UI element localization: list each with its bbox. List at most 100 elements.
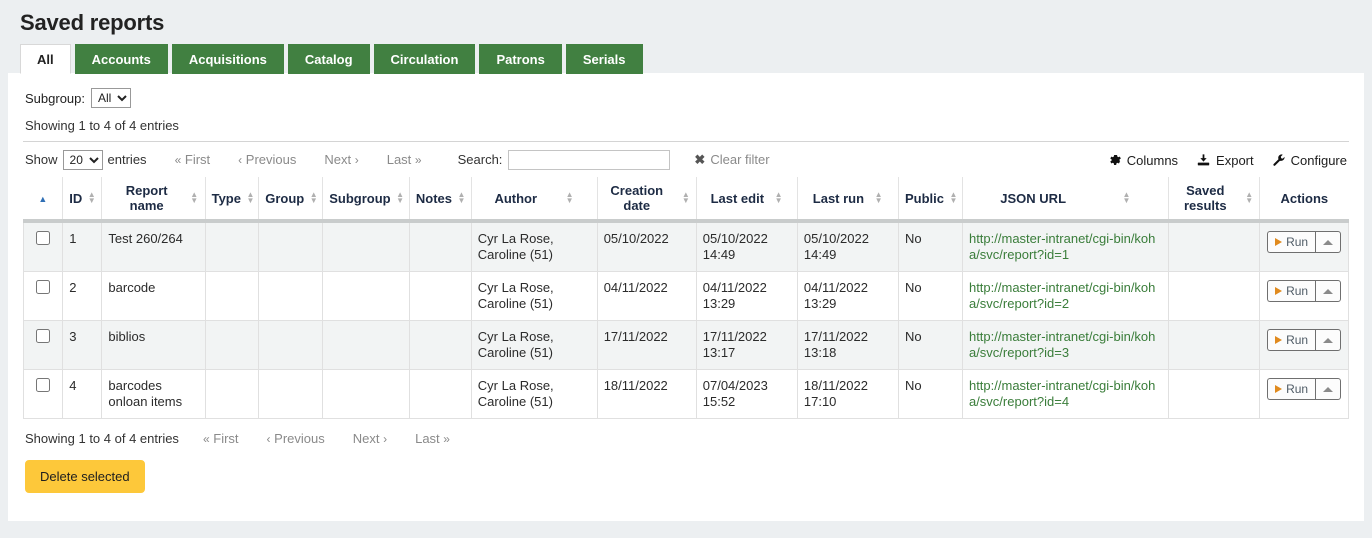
- page-previous-label: Previous: [274, 431, 325, 446]
- run-dropdown-toggle[interactable]: [1315, 280, 1341, 302]
- th-json-url[interactable]: JSON URL: [962, 177, 1168, 221]
- tab-all[interactable]: All: [20, 44, 71, 74]
- first-chevron-icon: «: [203, 432, 210, 446]
- subgroup-select[interactable]: All: [91, 88, 131, 108]
- th-author[interactable]: Author: [471, 177, 597, 221]
- th-subgroup[interactable]: Subgroup: [323, 177, 410, 221]
- sort-icon: [190, 192, 199, 204]
- page-previous-button[interactable]: ‹ Previous: [253, 431, 339, 446]
- th-type[interactable]: Type: [205, 177, 259, 221]
- play-icon: [1275, 385, 1282, 393]
- saved-reports-page: Saved reports All Accounts Acquisitions …: [0, 0, 1372, 538]
- th-public[interactable]: Public: [899, 177, 963, 221]
- run-dropdown-toggle[interactable]: [1315, 378, 1341, 400]
- th-group[interactable]: Group: [259, 177, 323, 221]
- json-url-link[interactable]: http://master-intranet/cgi-bin/koha/svc/…: [969, 378, 1155, 409]
- th-label: Subgroup: [329, 191, 390, 206]
- cell-author: Cyr La Rose, Caroline (51): [471, 221, 597, 272]
- th-select-all[interactable]: ▲: [24, 177, 63, 221]
- json-url-link[interactable]: http://master-intranet/cgi-bin/koha/svc/…: [969, 329, 1155, 360]
- page-next-button[interactable]: Next ›: [339, 431, 401, 446]
- cell-creation-date: 05/10/2022: [597, 221, 696, 272]
- tab-patrons[interactable]: Patrons: [479, 44, 561, 74]
- table-body: 1 Test 260/264 Cyr La Rose, Caroline (51…: [24, 221, 1349, 419]
- run-button[interactable]: Run: [1267, 280, 1315, 302]
- th-label: Notes: [416, 191, 452, 206]
- page-first-button[interactable]: « First: [161, 152, 225, 167]
- page-first-button[interactable]: « First: [189, 431, 253, 446]
- pagination-top: « First ‹ Previous Next › Last »: [161, 152, 436, 167]
- cell-creation-date: 17/11/2022: [597, 321, 696, 370]
- cell-id: 4: [63, 370, 102, 419]
- th-last-run[interactable]: Last run: [797, 177, 898, 221]
- th-last-edit[interactable]: Last edit: [696, 177, 797, 221]
- cell-group: [259, 221, 323, 272]
- tab-catalog[interactable]: Catalog: [288, 44, 370, 74]
- caret-up-icon: [1323, 240, 1333, 245]
- row-checkbox[interactable]: [36, 378, 50, 392]
- search-input[interactable]: [508, 150, 670, 170]
- cell-id: 2: [63, 272, 102, 321]
- clear-filter-button[interactable]: ✖ Clear filter: [694, 152, 769, 168]
- run-label: Run: [1286, 234, 1308, 250]
- th-saved-results[interactable]: Saved results: [1169, 177, 1260, 221]
- run-button[interactable]: Run: [1267, 231, 1315, 253]
- entries-select[interactable]: 20: [63, 150, 103, 170]
- page-length-control: Show 20 entries: [25, 150, 147, 170]
- first-chevron-icon: «: [175, 153, 182, 167]
- tab-acquisitions[interactable]: Acquisitions: [172, 44, 284, 74]
- json-url-link[interactable]: http://master-intranet/cgi-bin/koha/svc/…: [969, 280, 1155, 311]
- cell-notes: [409, 272, 471, 321]
- table-controls: Columns Export Configure: [1108, 142, 1347, 178]
- footer-info-row: Showing 1 to 4 of 4 entries « First ‹ Pr…: [23, 419, 1349, 446]
- th-label: ID: [69, 191, 82, 206]
- th-notes[interactable]: Notes: [409, 177, 471, 221]
- page-previous-button[interactable]: ‹ Previous: [224, 152, 310, 167]
- configure-button[interactable]: Configure: [1272, 153, 1347, 168]
- th-id[interactable]: ID: [63, 177, 102, 221]
- export-button[interactable]: Export: [1196, 153, 1254, 168]
- previous-chevron-icon: ‹: [238, 153, 242, 167]
- page-next-button[interactable]: Next ›: [310, 152, 372, 167]
- tab-label: Catalog: [305, 52, 353, 67]
- run-button[interactable]: Run: [1267, 378, 1315, 400]
- next-chevron-icon: ›: [355, 153, 359, 167]
- cell-notes: [409, 370, 471, 419]
- cell-public: No: [899, 221, 963, 272]
- th-report-name[interactable]: Report name: [102, 177, 205, 221]
- th-creation-date[interactable]: Creation date: [597, 177, 696, 221]
- cell-saved-results: [1169, 221, 1260, 272]
- tab-label: All: [37, 52, 54, 67]
- th-label: Last edit: [711, 191, 764, 206]
- delete-selected-button[interactable]: Delete selected: [25, 460, 145, 493]
- sort-icon: [246, 192, 255, 204]
- row-checkbox[interactable]: [36, 231, 50, 245]
- table-header-row: ▲ ID Report name Type Group Subgroup Not…: [24, 177, 1349, 221]
- run-button-group: Run: [1267, 329, 1341, 351]
- table-row: 3 biblios Cyr La Rose, Caroline (51) 17/…: [24, 321, 1349, 370]
- row-checkbox[interactable]: [36, 280, 50, 294]
- run-dropdown-toggle[interactable]: [1315, 231, 1341, 253]
- page-first-label: First: [185, 152, 210, 167]
- sort-icon: [1245, 192, 1253, 204]
- cell-author: Cyr La Rose, Caroline (51): [471, 321, 597, 370]
- columns-button[interactable]: Columns: [1108, 153, 1178, 168]
- row-checkbox[interactable]: [36, 329, 50, 343]
- page-last-button[interactable]: Last »: [373, 152, 436, 167]
- cell-subgroup: [323, 321, 410, 370]
- page-last-button[interactable]: Last »: [401, 431, 464, 446]
- tab-serials[interactable]: Serials: [566, 44, 643, 74]
- sort-ascending-icon: ▲: [38, 192, 47, 207]
- run-button[interactable]: Run: [1267, 329, 1315, 351]
- tab-accounts[interactable]: Accounts: [75, 44, 168, 74]
- cell-json-url: http://master-intranet/cgi-bin/koha/svc/…: [962, 221, 1168, 272]
- cell-json-url: http://master-intranet/cgi-bin/koha/svc/…: [962, 321, 1168, 370]
- run-label: Run: [1286, 283, 1308, 299]
- cell-last-run: 18/11/2022 17:10: [797, 370, 898, 419]
- json-url-link[interactable]: http://master-intranet/cgi-bin/koha/svc/…: [969, 231, 1155, 262]
- page-first-label: First: [213, 431, 238, 446]
- run-dropdown-toggle[interactable]: [1315, 329, 1341, 351]
- play-icon: [1275, 238, 1282, 246]
- tab-circulation[interactable]: Circulation: [374, 44, 476, 74]
- download-icon: [1196, 153, 1211, 167]
